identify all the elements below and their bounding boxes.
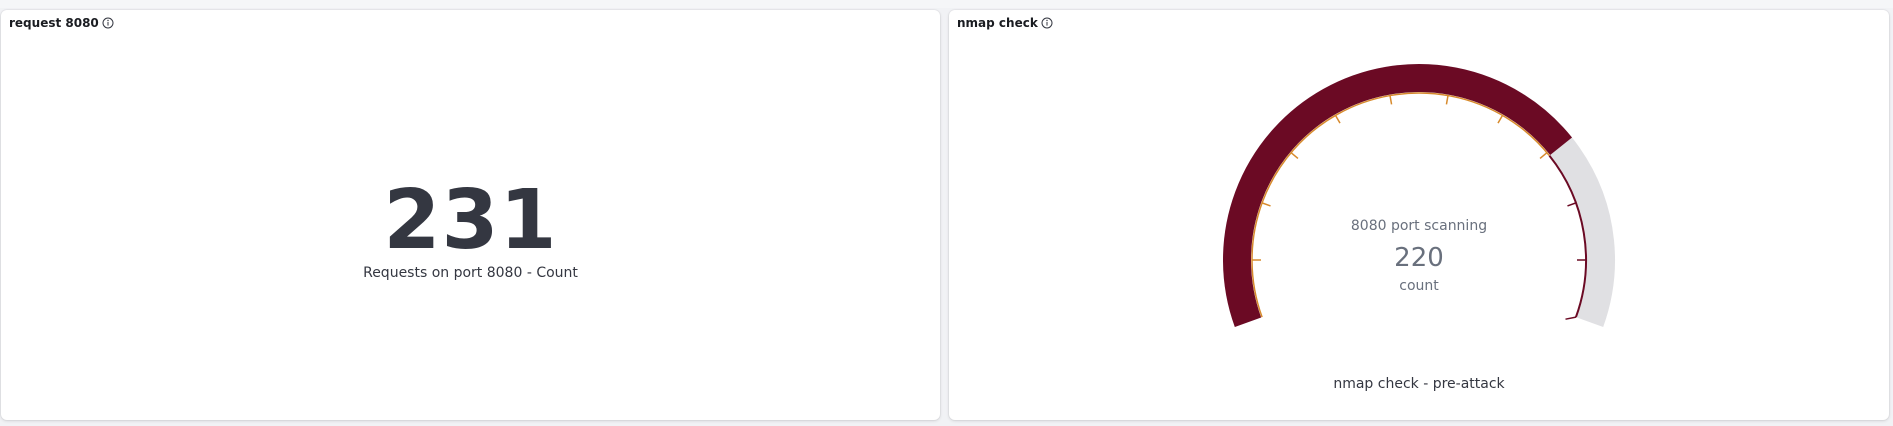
- gauge-tick: [1290, 152, 1299, 160]
- panel-request-8080: request 8080 231 Requests on port 8080 -…: [1, 10, 940, 420]
- gauge-tick: [1539, 152, 1548, 160]
- gauge-value: 220: [1394, 243, 1444, 273]
- gauge-tick: [1567, 202, 1577, 207]
- metric-visualization: 231 Requests on port 8080 - Count: [1, 173, 940, 282]
- gauge-tick: [1261, 202, 1271, 207]
- dashboard-top-strip: [0, 0, 1893, 8]
- gauge-caption: nmap check - pre-attack: [1333, 376, 1505, 392]
- gauge-tick: [1389, 95, 1393, 105]
- gauge-tick: [1565, 316, 1577, 320]
- panel-title: request 8080: [9, 16, 99, 30]
- metric-value: 231: [383, 173, 558, 268]
- gauge-tick: [1445, 95, 1449, 105]
- gauge-chart: [1223, 64, 1615, 328]
- gauge-tick: [1334, 114, 1341, 124]
- metric-label: Requests on port 8080 - Count: [363, 265, 578, 281]
- gauge-unit-label: count: [1399, 278, 1439, 294]
- panel-header: request 8080: [9, 13, 114, 33]
- gauge-subtitle: 8080 port scanning: [1350, 218, 1488, 234]
- info-circle-icon[interactable]: [102, 17, 114, 29]
- gauge-tick: [1497, 114, 1504, 124]
- panel-nmap-check: nmap check 8080 port scanning 220 count …: [949, 10, 1889, 420]
